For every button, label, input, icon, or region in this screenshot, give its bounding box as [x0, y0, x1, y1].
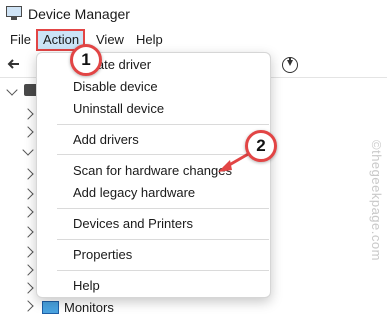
window-title: Device Manager [28, 6, 130, 22]
action-menu-dropdown: Update driver Disable device Uninstall d… [36, 52, 271, 298]
chevron-down-icon[interactable] [6, 84, 18, 96]
chevron-right-icon[interactable] [22, 108, 34, 120]
chevron-right-icon[interactable] [22, 168, 34, 180]
menu-separator [57, 239, 269, 240]
menu-separator [57, 154, 269, 155]
back-arrow-icon[interactable] [6, 57, 20, 71]
watermark: ©thegeekpage.com [358, 140, 387, 310]
menu-item-add-legacy-hardware[interactable]: Add legacy hardware [73, 184, 195, 202]
monitor-icon [42, 301, 59, 314]
chevron-right-icon[interactable] [22, 126, 34, 138]
menu-item-add-drivers[interactable]: Add drivers [73, 131, 139, 149]
menu-separator [57, 270, 269, 271]
step-badge-2: 2 [245, 130, 277, 162]
menu-item-uninstall-device[interactable]: Uninstall device [73, 100, 164, 118]
download-circle-icon[interactable] [282, 57, 298, 73]
menu-bar: File Action View Help [0, 29, 387, 52]
device-manager-icon [6, 6, 22, 20]
step-badge-1: 1 [70, 44, 102, 76]
chevron-down-icon[interactable] [22, 144, 34, 156]
menu-item-scan-hardware[interactable]: Scan for hardware changes [73, 162, 232, 180]
menu-item-properties[interactable]: Properties [73, 246, 132, 264]
menu-separator [57, 124, 269, 125]
chevron-right-icon[interactable] [22, 226, 34, 238]
menu-file[interactable]: File [4, 30, 37, 50]
menu-separator [57, 208, 269, 209]
watermark-text: ©thegeekpage.com [369, 140, 384, 261]
menu-help[interactable]: Help [130, 30, 169, 50]
menu-item-disable-device[interactable]: Disable device [73, 78, 158, 96]
chevron-right-icon[interactable] [22, 282, 34, 294]
chevron-right-icon[interactable] [22, 188, 34, 200]
chevron-right-icon[interactable] [22, 300, 34, 312]
tree-item-monitors[interactable]: Monitors [0, 298, 387, 318]
title-bar: Device Manager [0, 0, 387, 30]
menu-item-help[interactable]: Help [73, 277, 100, 295]
chevron-right-icon[interactable] [22, 246, 34, 258]
chevron-right-icon[interactable] [22, 206, 34, 218]
menu-item-devices-and-printers[interactable]: Devices and Printers [73, 215, 193, 233]
chevron-right-icon[interactable] [22, 264, 34, 276]
tree-item-label: Monitors [64, 300, 114, 315]
